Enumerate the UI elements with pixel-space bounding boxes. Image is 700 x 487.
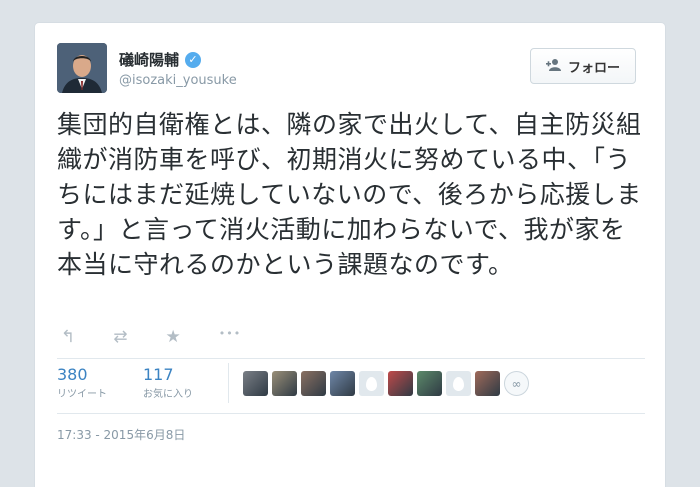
favorite-stat[interactable]: 117 お気に入り [143,365,193,400]
favorite-icon[interactable]: ★ [166,327,181,347]
retweet-label: リツイート [57,389,107,400]
tweet-card: 礒崎陽輔 ✓ @isozaki_yousuke フォロー 集団的自衛権とは、隣の… [34,22,666,487]
more-avatars-icon[interactable]: ∞ [504,371,529,396]
retweet-count[interactable]: 380 [57,365,107,384]
add-user-icon [545,58,562,75]
egg-avatar[interactable] [359,371,384,396]
stats-divider [228,363,229,403]
user-name[interactable]: 礒崎陽輔 [119,49,179,70]
user-avatar[interactable] [388,371,413,396]
favorite-count[interactable]: 117 [143,365,193,384]
retweet-stat[interactable]: 380 リツイート [57,365,107,400]
egg-icon [366,376,377,391]
follow-button[interactable]: フォロー [530,48,636,84]
egg-avatar[interactable] [446,371,471,396]
reply-icon[interactable]: ↰ [61,327,75,347]
user-avatar[interactable] [243,371,268,396]
user-handle[interactable]: @isozaki_yousuke [119,73,237,88]
follow-button-label: フォロー [567,60,620,76]
verified-badge-icon: ✓ [185,51,202,68]
retweet-icon[interactable]: ⇄ [113,327,127,347]
divider-top [57,358,645,359]
user-avatar[interactable] [301,371,326,396]
tweet-actions: ↰ ⇄ ★ ••• [61,327,241,347]
tweet-text: 集団的自衛権とは、隣の家で出火して、自主防災組織が消防車を呼び、初期消火に努めて… [57,110,642,279]
tweet-timestamp[interactable]: 17:33 - 2015年6月8日 [57,426,185,443]
avatar[interactable] [57,43,107,93]
user-avatar[interactable] [475,371,500,396]
user-avatar[interactable] [417,371,442,396]
avatar-photo [57,43,107,93]
favorite-label: お気に入り [143,389,193,400]
more-icon[interactable]: ••• [219,327,241,347]
user-avatar[interactable] [272,371,297,396]
display-name[interactable]: 礒崎陽輔 ✓ [119,49,202,70]
egg-icon [453,376,464,391]
favoriter-avatars: ∞ [243,371,529,396]
divider-bottom [57,413,645,414]
user-avatar[interactable] [330,371,355,396]
